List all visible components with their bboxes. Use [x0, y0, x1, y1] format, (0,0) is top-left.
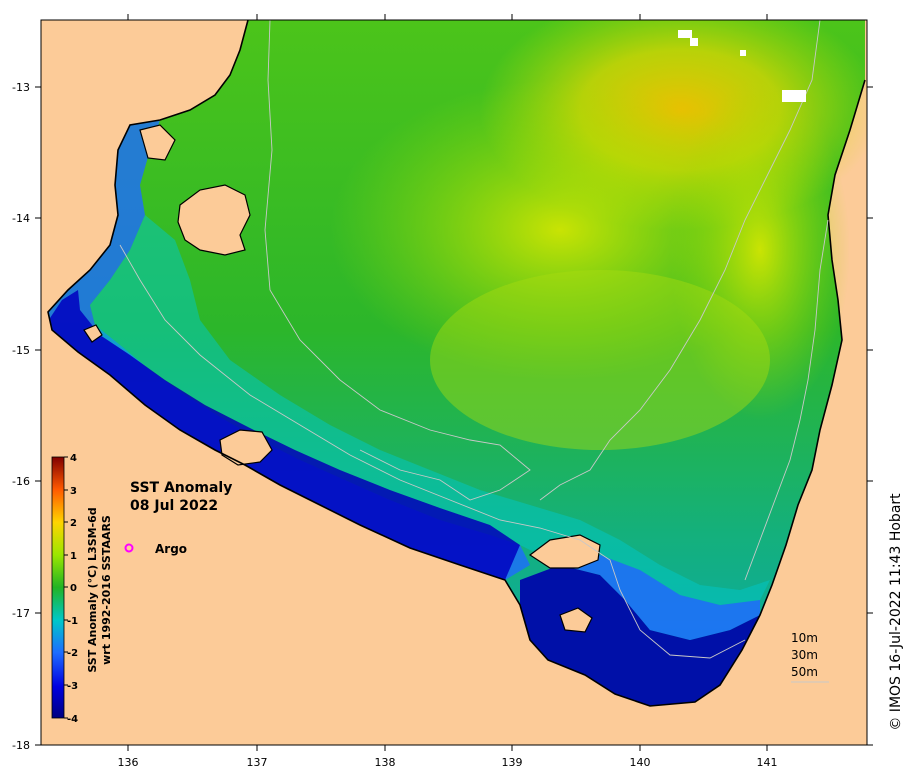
- y-tick-label: -14: [12, 212, 30, 225]
- y-tick-label: -16: [12, 475, 30, 488]
- x-tick-label: 138: [375, 756, 396, 769]
- colorbar-tick-label: -3: [67, 681, 78, 692]
- warm-anomaly-gulf-center: [430, 270, 770, 450]
- colorbar-tick-label: 4: [70, 453, 77, 464]
- x-tick-label: 139: [502, 756, 523, 769]
- y-tick-label: -17: [12, 607, 30, 620]
- x-tick-label: 141: [757, 756, 778, 769]
- colorbar: [51, 456, 65, 719]
- map-title: SST Anomaly: [130, 480, 232, 496]
- argo-legend-label: Argo: [155, 542, 187, 556]
- sst-anomaly-map: 136 137 138 139 140 141 -13 -14 -15 -16 …: [12, 14, 904, 769]
- colorbar-title-line1: SST Anomaly (°C) L3SM-6d: [86, 507, 99, 672]
- y-tick-label: -18: [12, 739, 30, 752]
- depth-label-10m: 10m: [791, 631, 818, 645]
- colorbar-tick-label: -1: [67, 616, 78, 627]
- colorbar-tick-label: -2: [67, 648, 78, 659]
- x-tick-label: 136: [118, 756, 139, 769]
- colorbar-tick-label: 0: [70, 583, 77, 594]
- y-tick-label: -13: [12, 81, 30, 94]
- colorbar-tick-label: 1: [70, 551, 77, 562]
- map-date: 08 Jul 2022: [130, 498, 218, 514]
- colorbar-tick-label: 3: [70, 486, 77, 497]
- credit-text: © IMOS 16-Jul-2022 11:43 Hobart: [888, 493, 904, 731]
- colorbar-tick-label: 2: [70, 518, 77, 529]
- depth-label-30m: 30m: [791, 648, 818, 662]
- x-tick-label: 140: [630, 756, 651, 769]
- depth-label-50m: 50m: [791, 665, 818, 679]
- map-area: [41, 20, 867, 745]
- y-tick-label: -15: [12, 344, 30, 357]
- colorbar-title-line2: wrt 1992-2016 SSTAARS: [100, 515, 113, 665]
- x-tick-label: 137: [247, 756, 268, 769]
- colorbar-tick-label: -4: [67, 714, 78, 725]
